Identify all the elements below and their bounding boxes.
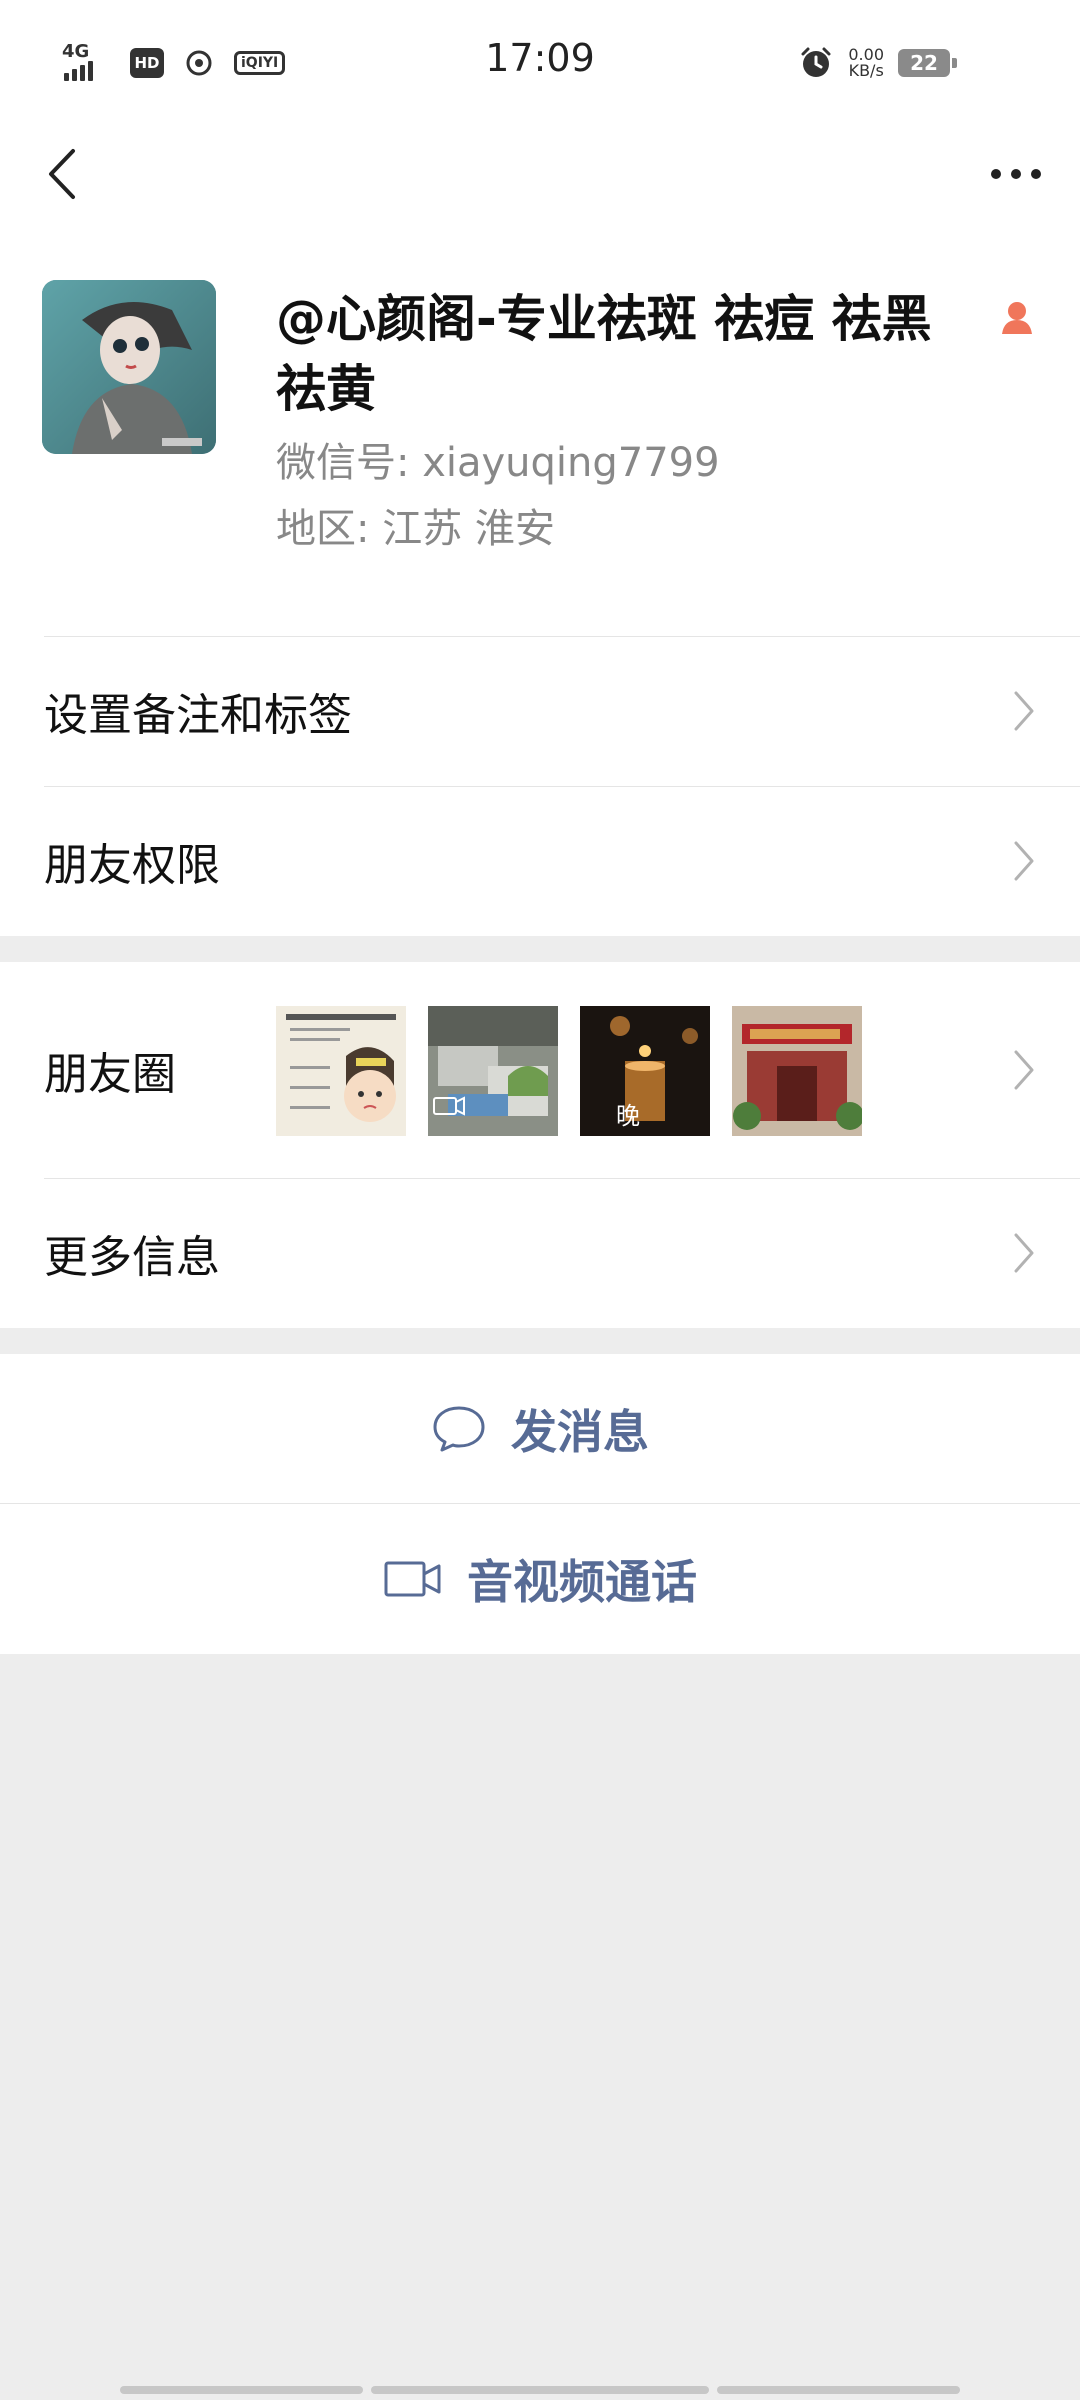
chevron-right-icon: [1014, 1233, 1034, 1273]
info-group: 朋友圈 晚 更多信息: [0, 962, 1080, 1328]
chevron-right-icon: [1014, 841, 1034, 881]
network-speed: 0.00 KB/s: [848, 47, 884, 79]
gesture-bar[interactable]: [120, 2386, 960, 2394]
wechat-id: 微信号: xiayuqing7799: [276, 440, 720, 486]
remark-tags-row[interactable]: 设置备注和标签: [0, 636, 1080, 786]
moments-thumbnails: 晚: [276, 1006, 862, 1136]
send-message-button[interactable]: 发消息: [0, 1354, 1080, 1504]
profile-name: @心颜阁-专业祛斑 祛痘 祛黑祛黄: [276, 290, 932, 418]
more-dots-icon: [991, 169, 1041, 179]
video-call-label: 音视频通话: [467, 1555, 697, 1609]
moments-thumbnail: [428, 1006, 558, 1136]
chevron-right-icon: [1014, 1050, 1034, 1090]
friend-permission-row[interactable]: 朋友权限: [0, 786, 1080, 936]
actions-group: 发消息 音视频通话: [0, 1354, 1080, 1654]
moments-row[interactable]: 朋友圈 晚: [0, 962, 1080, 1178]
remark-tags-label: 设置备注和标签: [44, 690, 352, 741]
nav-bar: [0, 124, 1080, 224]
friend-permission-label: 朋友权限: [44, 840, 220, 891]
moments-thumbnail: [276, 1006, 406, 1136]
battery-level: 22: [910, 51, 938, 75]
status-bar: 4G HD iQIYI 17:09 0.00 KB/s 22: [0, 0, 1080, 124]
battery-icon: 22: [898, 49, 957, 77]
moments-label: 朋友圈: [44, 1049, 176, 1100]
speed-unit: KB/s: [848, 61, 884, 80]
moments-thumb-text: 晚: [616, 1102, 640, 1130]
more-info-label: 更多信息: [44, 1232, 220, 1283]
alarm-icon: [801, 47, 831, 77]
chat-bubble-icon: [433, 1406, 485, 1452]
region: 地区: 江苏 淮安: [276, 506, 555, 552]
chevron-right-icon: [1014, 691, 1034, 731]
video-call-button[interactable]: 音视频通话: [0, 1504, 1080, 1654]
profile-header: @心颜阁-专业祛斑 祛痘 祛黑祛黄 微信号: xiayuqing7799 地区:…: [0, 224, 1080, 636]
moments-thumbnail: 晚: [580, 1006, 710, 1136]
settings-group: 设置备注和标签 朋友权限: [0, 636, 1080, 936]
video-camera-icon: [384, 1561, 441, 1597]
send-message-label: 发消息: [511, 1405, 649, 1459]
female-gender-icon: [1002, 302, 1032, 334]
moments-thumbnail: [732, 1006, 862, 1136]
more-button[interactable]: [976, 142, 1056, 206]
back-button[interactable]: [30, 142, 94, 206]
more-info-row[interactable]: 更多信息: [0, 1178, 1080, 1328]
status-right-group: 0.00 KB/s 22: [798, 38, 957, 88]
chevron-left-icon: [49, 149, 75, 199]
avatar[interactable]: [42, 280, 216, 454]
